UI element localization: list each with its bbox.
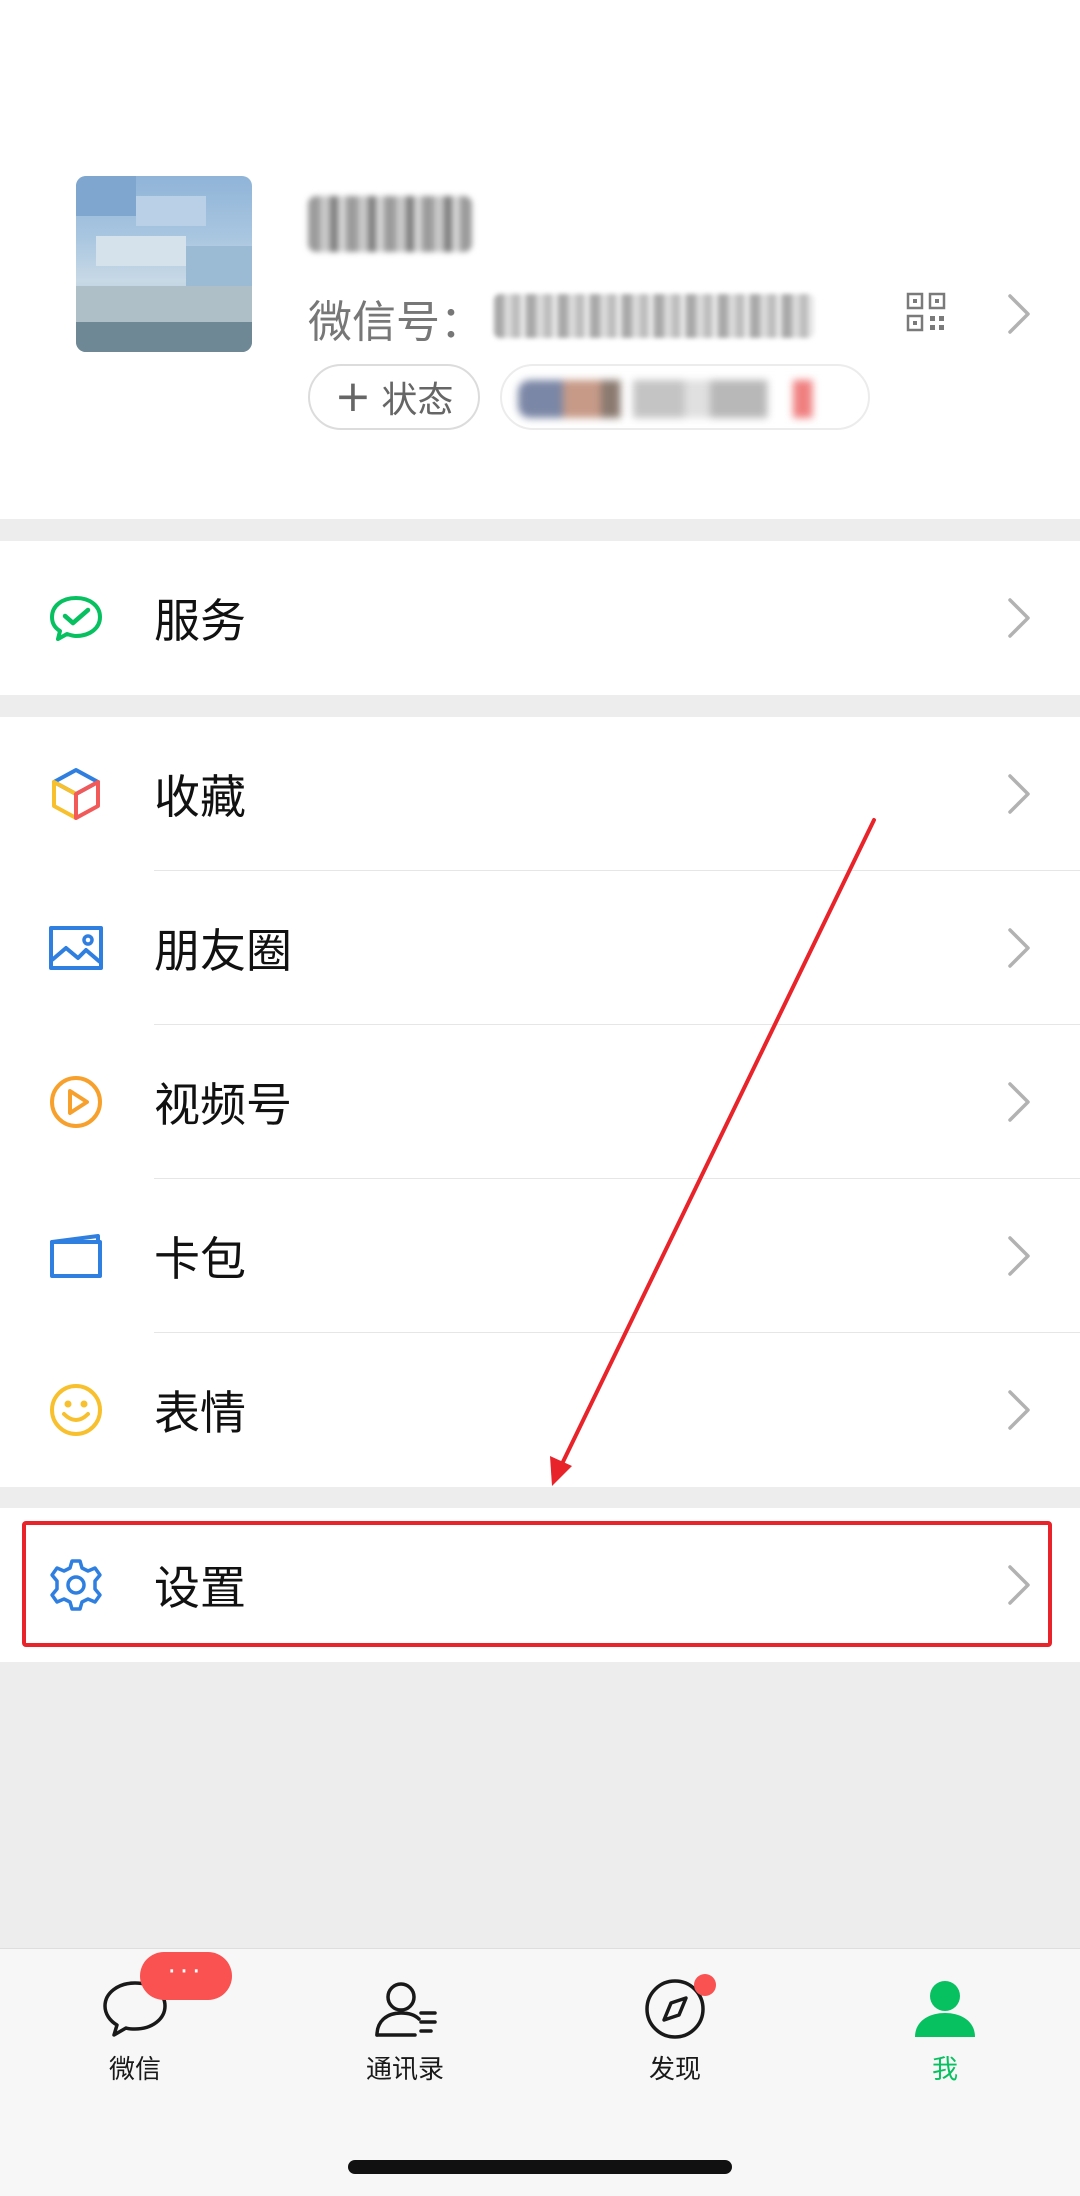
profile-header[interactable]: 微信号： + 状态 (0, 0, 1080, 519)
nickname-blurred (308, 196, 472, 252)
menu-item-services[interactable]: 服务 (0, 541, 1080, 695)
tab-label: 微信 (108, 2055, 161, 2085)
blurred-content (518, 380, 838, 418)
menu-item-stickers[interactable]: 表情 (0, 1333, 1080, 1487)
wechat-pay-icon (50, 596, 102, 641)
menu-group-settings: 设置 (0, 1508, 1080, 1662)
status-button-label: 状态 (381, 380, 454, 421)
qr-code-icon[interactable] (906, 292, 946, 332)
image-icon (49, 926, 103, 970)
card-wallet-icon (50, 1234, 102, 1278)
add-status-button[interactable]: + 状态 (308, 364, 480, 430)
contacts-icon (375, 1982, 437, 2037)
menu-item-label: 朋友圈 (154, 924, 292, 978)
chevron-right-icon (1008, 774, 1030, 814)
home-indicator[interactable] (348, 2160, 732, 2174)
notification-dot (694, 1974, 716, 1996)
wechat-id-label: 微信号： (308, 297, 484, 348)
menu-item-label: 设置 (154, 1561, 246, 1615)
person-icon (915, 1981, 975, 2037)
plus-icon: + (334, 371, 372, 422)
menu-item-channels[interactable]: 视频号 (0, 1025, 1080, 1179)
menu-item-label: 服务 (154, 594, 246, 648)
gear-icon (50, 1559, 102, 1611)
avatar[interactable] (76, 176, 252, 352)
menu-item-cards[interactable]: 卡包 (0, 1179, 1080, 1333)
menu-item-label: 表情 (154, 1386, 246, 1440)
menu-item-favorites[interactable]: 收藏 (0, 717, 1080, 871)
chevron-right-icon (1008, 1236, 1030, 1276)
menu-item-moments[interactable]: 朋友圈 (0, 871, 1080, 1025)
tab-label: 发现 (648, 2055, 701, 2085)
chevron-right-icon (1008, 598, 1030, 638)
friends-status-blurred[interactable] (500, 364, 870, 430)
menu-group-services: 服务 (0, 541, 1080, 695)
chevron-right-icon (1008, 1390, 1030, 1430)
chevron-right-icon (1008, 928, 1030, 968)
chevron-right-icon[interactable] (1006, 292, 1032, 336)
menu-group-main: 收藏 朋友圈 视频号 卡包 表情 (0, 717, 1080, 1487)
tab-label: 通讯录 (365, 2055, 444, 2085)
tab-me[interactable]: 我 (860, 1977, 1030, 2097)
cube-icon (52, 768, 100, 820)
wechat-id-value-blurred (494, 294, 814, 338)
tab-label: 我 (931, 2055, 958, 2085)
menu-item-settings[interactable]: 设置 (0, 1508, 1080, 1662)
smiley-icon (50, 1384, 102, 1436)
chevron-right-icon (1008, 1565, 1030, 1605)
menu-item-label: 收藏 (154, 770, 246, 824)
tab-contacts[interactable]: 通讯录 (320, 1977, 490, 2097)
play-circle-icon (50, 1076, 102, 1128)
unread-badge: ··· (140, 1952, 232, 2000)
menu-item-label: 视频号 (154, 1078, 292, 1132)
chevron-right-icon (1008, 1082, 1030, 1122)
tab-discover[interactable]: 发现 (590, 1977, 760, 2097)
menu-item-label: 卡包 (154, 1232, 246, 1286)
